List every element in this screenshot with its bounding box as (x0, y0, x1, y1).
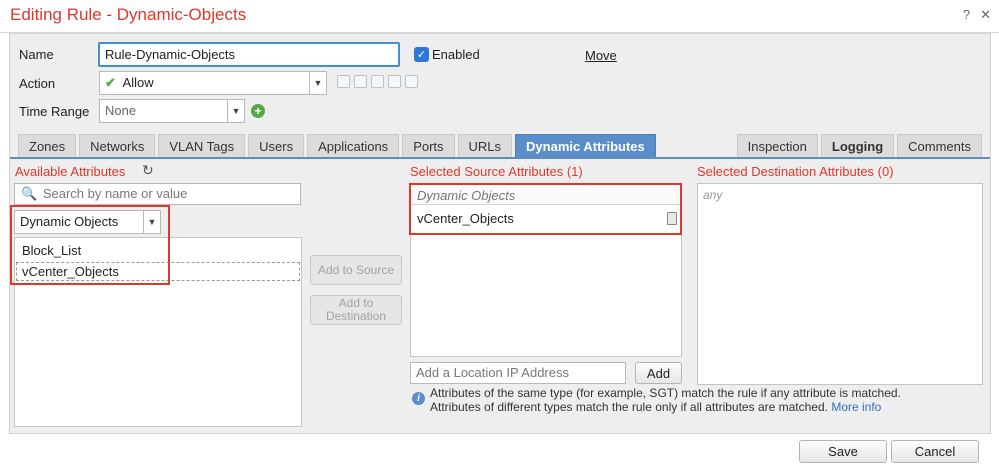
selected-destination-heading: Selected Destination Attributes (0) (697, 164, 894, 179)
available-attributes-heading: Available Attributes (15, 164, 126, 179)
selected-item: vCenter_Objects (417, 211, 514, 226)
save-button[interactable]: Save (799, 440, 887, 463)
action-value: Allow (122, 75, 154, 90)
info-line-2-text: Attributes of different types match the … (430, 400, 828, 414)
tab-users[interactable]: Users (248, 134, 305, 158)
attribute-search-input[interactable]: 🔍 Search by name or value (14, 183, 301, 205)
chevron-down-icon[interactable]: ▼ (143, 211, 160, 233)
add-time-range-icon[interactable]: + (251, 104, 265, 118)
action-select[interactable]: ✔ Allow ▼ (99, 71, 327, 95)
action-label: Action (19, 76, 56, 91)
more-info-link[interactable]: More info (831, 400, 881, 414)
close-icon[interactable]: ✕ (980, 7, 991, 23)
time-range-label: Time Range (19, 104, 90, 119)
tab-dynamic-attributes[interactable]: Dynamic Attributes (515, 134, 656, 158)
tab-vlan-tags[interactable]: VLAN Tags (158, 134, 246, 158)
trash-icon[interactable] (667, 212, 677, 225)
time-range-value: None (105, 103, 137, 118)
search-icon: 🔍 (21, 186, 38, 201)
location-ip-input[interactable]: Add a Location IP Address (410, 362, 626, 384)
search-placeholder: Search by name or value (42, 186, 188, 201)
list-item[interactable]: Block_List (22, 243, 81, 258)
refresh-icon[interactable]: ↻ (142, 162, 154, 179)
name-value: Rule-Dynamic-Objects (105, 47, 236, 62)
move-link[interactable]: Move (585, 48, 617, 63)
name-label: Name (19, 47, 54, 62)
tab-zones[interactable]: Zones (18, 134, 77, 158)
shield-icon[interactable] (337, 75, 350, 88)
attribute-type-select[interactable]: Dynamic Objects ▼ (14, 210, 161, 234)
copy-icon[interactable] (354, 75, 367, 88)
cancel-button[interactable]: Cancel (891, 440, 979, 463)
source-group-label: Dynamic Objects (417, 188, 516, 203)
attribute-type-value: Dynamic Objects (20, 214, 119, 229)
selected-destination-list (697, 183, 983, 385)
enabled-checkbox[interactable]: ✓ (414, 47, 429, 62)
tab-logging[interactable]: Logging (820, 134, 895, 158)
tab-underline (10, 157, 990, 159)
tab-comments[interactable]: Comments (897, 134, 982, 158)
user-search-icon[interactable] (371, 75, 384, 88)
info-line-2: Attributes of different types match the … (430, 400, 901, 414)
log-icon[interactable] (405, 75, 418, 88)
info-line-1: Attributes of the same type (for example… (430, 386, 901, 400)
name-input[interactable]: Rule-Dynamic-Objects (98, 42, 400, 67)
add-to-source-button[interactable]: Add to Source (310, 255, 402, 285)
tab-ports[interactable]: Ports (402, 134, 455, 158)
folder-icon[interactable] (388, 75, 401, 88)
enabled-label: Enabled (432, 47, 480, 62)
tab-bar-right: Inspection Logging Comments (736, 134, 982, 158)
tab-inspection[interactable]: Inspection (736, 134, 818, 158)
chevron-down-icon[interactable]: ▼ (227, 100, 244, 122)
time-range-select[interactable]: None ▼ (99, 99, 245, 123)
tab-networks[interactable]: Networks (79, 134, 156, 158)
tab-bar-left: Zones Networks VLAN Tags Users Applicati… (18, 134, 656, 158)
allow-check-icon: ✔ (105, 75, 116, 90)
location-ip-placeholder: Add a Location IP Address (416, 365, 569, 380)
list-item[interactable]: vCenter_Objects (22, 264, 119, 279)
selected-source-heading: Selected Source Attributes (1) (410, 164, 583, 179)
chevron-down-icon[interactable]: ▼ (309, 72, 326, 94)
info-text: Attributes of the same type (for example… (430, 386, 901, 414)
destination-placeholder: any (703, 188, 723, 202)
action-option-icons (337, 75, 418, 88)
tab-urls[interactable]: URLs (457, 134, 513, 158)
add-to-destination-button[interactable]: Add to Destination (310, 295, 402, 325)
info-icon: i (412, 392, 425, 405)
dialog-title: Editing Rule - Dynamic-Objects (10, 5, 247, 24)
title-icons: ? ✕ (963, 7, 991, 23)
tab-applications[interactable]: Applications (307, 134, 400, 158)
help-icon[interactable]: ? (963, 7, 970, 23)
add-location-button[interactable]: Add (635, 362, 682, 384)
